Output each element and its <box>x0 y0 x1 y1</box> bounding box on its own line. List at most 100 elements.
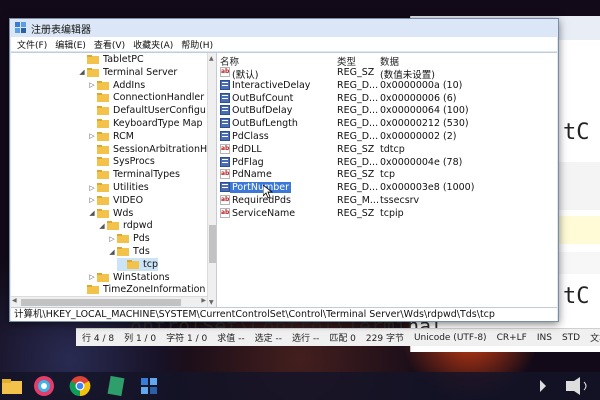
key-tree[interactable]: ▲ ▼ ◀ ▶ TabletPC ◢ Terminal Server ▷ AddIns C… <box>11 53 217 308</box>
tree-item[interactable]: ◢ Wds <box>87 207 133 220</box>
string-value-icon: ab <box>220 195 230 205</box>
registry-editor-icon[interactable] <box>138 375 162 397</box>
value-row[interactable]: OutBufCount REG_D... 0x00000006 (6) <box>217 92 557 105</box>
file-explorer-icon[interactable] <box>0 375 24 397</box>
folder-icon <box>127 259 139 269</box>
folder-icon <box>107 221 119 231</box>
value-type: REG_D... <box>337 131 379 142</box>
menu-help[interactable]: 帮助(H) <box>181 38 213 51</box>
scrollbar-thumb[interactable] <box>21 299 181 306</box>
tree-item[interactable]: SysProcs <box>87 155 155 168</box>
scroll-right-icon[interactable]: ▶ <box>201 297 206 304</box>
tree-item[interactable]: ▷ RCM <box>87 130 134 143</box>
scroll-down-icon[interactable]: ▼ <box>209 299 214 306</box>
value-data: tcpip <box>380 207 404 219</box>
tree-item[interactable]: ▷ VIDEO <box>87 194 143 207</box>
value-row[interactable]: ab PdDLL REG_SZ tdtcp <box>217 143 557 156</box>
value-type: REG_D... <box>337 182 379 194</box>
title-bar[interactable]: 注册表编辑器 <box>10 19 558 37</box>
binary-value-icon <box>220 182 230 193</box>
status-column: 列 1 / 0 <box>124 334 157 344</box>
value-type: REG_D... <box>337 105 379 117</box>
value-type: REG_SZ <box>337 67 375 78</box>
value-data: tssecsrv <box>380 195 420 206</box>
tree-item[interactable]: ◢ Tds <box>107 245 150 258</box>
tree-item[interactable]: ▷ AddIns <box>87 79 145 92</box>
scrollbar-thumb[interactable] <box>209 225 216 263</box>
value-data: 0x0000000a (10) <box>380 79 463 91</box>
folder-icon <box>97 183 109 192</box>
tree-vertical-scrollbar[interactable]: ▲ ▼ <box>207 53 216 308</box>
binary-value-icon <box>220 118 230 129</box>
tree-item[interactable]: ▷ Pds <box>107 232 149 245</box>
collapse-arrow-icon[interactable]: ◢ <box>107 248 117 256</box>
background-editor-statusbar: 行 4 / 8 列 1 / 0 字符 1 / 0 求值 -- 选定 -- 选行 … <box>76 328 600 346</box>
value-row[interactable]: OutBufDelay REG_D... 0x00000064 (100) <box>217 104 557 117</box>
string-value-icon: ab <box>220 67 230 77</box>
tree-item[interactable]: DefaultUserConfigu <box>87 104 206 117</box>
value-name: PdName <box>232 169 272 181</box>
folder-icon <box>97 144 109 154</box>
value-type: REG_D... <box>337 156 379 168</box>
tree-item[interactable]: SessionArbitrationH <box>87 143 207 156</box>
tree-item-label: WinStations <box>113 271 170 283</box>
tree-item-label: Utilities <box>113 182 149 193</box>
system-tray[interactable] <box>520 372 600 400</box>
tree-item[interactable]: TabletPC <box>77 53 144 66</box>
mouse-cursor-icon <box>263 185 273 199</box>
value-row[interactable]: InteractiveDelay REG_D... 0x0000000a (10) <box>217 79 557 92</box>
value-list[interactable]: 名称 类型 数据 ab (默认) REG_SZ (数值未设置) InteractiveD… <box>217 53 557 308</box>
menu-bar: 文件(F) 编辑(E) 查看(V) 收藏夹(A) 帮助(H) <box>11 37 557 51</box>
browser-icon[interactable] <box>32 375 56 397</box>
tree-item[interactable]: TimeZoneInformation <box>77 283 205 296</box>
tree-item[interactable]: ◢ Terminal Server <box>77 66 177 79</box>
registry-editor-window[interactable]: 注册表编辑器 文件(F) 编辑(E) 查看(V) 收藏夹(A) 帮助(H) ▲ … <box>9 18 559 322</box>
expand-arrow-icon[interactable]: ▷ <box>87 132 97 140</box>
tree-item[interactable]: ConnectionHandler <box>87 91 204 104</box>
collapse-arrow-icon[interactable]: ◢ <box>77 68 87 76</box>
status-std: STD <box>561 332 581 343</box>
value-row[interactable]: PdClass REG_D... 0x00000002 (2) <box>217 130 557 143</box>
value-row[interactable]: PdFlag REG_D... 0x0000004e (78) <box>217 156 557 169</box>
registry-panes: ▲ ▼ ◀ ▶ TabletPC ◢ Terminal Server ▷ AddIns C… <box>11 52 557 308</box>
expand-arrow-icon[interactable]: ▷ <box>87 81 97 89</box>
binary-value-icon <box>220 105 230 116</box>
tree-item[interactable]: KeyboardType Map <box>87 117 203 130</box>
value-row[interactable]: ab (默认) REG_SZ (数值未设置) <box>217 66 557 81</box>
tree-item[interactable]: ▷ Utilities <box>87 181 149 194</box>
address-bar[interactable]: 计算机\HKEY_LOCAL_MACHINE\SYSTEM\CurrentCon… <box>11 307 557 321</box>
status-selected-lines: 选行 -- <box>291 334 320 344</box>
collapse-arrow-icon[interactable]: ◢ <box>97 222 107 230</box>
tree-item-label: Wds <box>113 207 134 219</box>
background-editor-highlight <box>557 216 600 244</box>
menu-favorites[interactable]: 收藏夹(A) <box>133 38 173 51</box>
notes-icon[interactable] <box>104 375 128 397</box>
menu-file[interactable]: 文件(F) <box>17 38 47 51</box>
tree-item[interactable]: ▷ WinStations <box>87 271 170 284</box>
scroll-left-icon[interactable]: ◀ <box>12 297 17 304</box>
tree-item[interactable]: ◢ rdpwd <box>97 219 152 232</box>
collapse-arrow-icon[interactable]: ◢ <box>87 209 97 217</box>
folder-icon <box>97 208 109 218</box>
string-value-icon: ab <box>220 169 230 180</box>
expand-arrow-icon[interactable]: ▷ <box>87 184 97 192</box>
menu-view[interactable]: 查看(V) <box>94 38 125 51</box>
value-row[interactable]: ab ServiceName REG_SZ tcpip <box>217 207 557 220</box>
tree-item-label: Terminal Server <box>103 66 178 78</box>
tree-item-label: AddIns <box>113 79 146 91</box>
tree-item[interactable]: TerminalTypes <box>87 168 180 181</box>
chrome-icon[interactable] <box>68 375 92 397</box>
expand-arrow-icon[interactable]: ▷ <box>87 196 97 204</box>
menu-edit[interactable]: 编辑(E) <box>55 38 86 51</box>
value-row[interactable]: ab PdName REG_SZ tcp <box>217 168 557 181</box>
expand-arrow-icon[interactable]: ▷ <box>87 273 97 281</box>
scroll-up-icon[interactable]: ▲ <box>209 55 214 62</box>
value-type: REG_M... <box>337 195 379 206</box>
value-row[interactable]: OutBufLength REG_D... 0x00000212 (530) <box>217 117 557 130</box>
value-name: OutBufCount <box>232 92 294 104</box>
folder-icon <box>117 234 129 244</box>
tree-item[interactable]: tcp <box>117 257 158 271</box>
value-type: REG_D... <box>337 92 379 104</box>
value-data: tcp <box>380 169 395 181</box>
expand-arrow-icon[interactable]: ▷ <box>107 235 117 243</box>
